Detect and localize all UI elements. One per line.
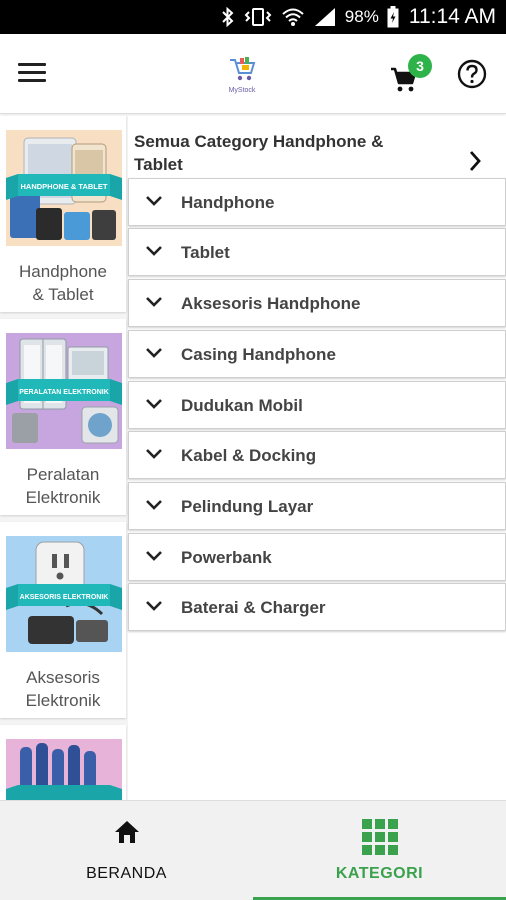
- subcategory-item-tablet[interactable]: Tablet: [128, 228, 506, 276]
- cart-logo-icon: [230, 57, 256, 81]
- subcategory-item-casing-handphone[interactable]: Casing Handphone: [128, 330, 506, 378]
- cart-button[interactable]: 3: [388, 54, 432, 96]
- chevron-down-icon: [146, 500, 162, 510]
- subcategory-label: Powerbank: [181, 548, 272, 567]
- signal-icon: [314, 8, 335, 26]
- home-icon: [114, 821, 139, 843]
- status-bar: 98% 11:14 AM: [0, 0, 506, 34]
- nav-kategori-label: KATEGORI: [335, 865, 424, 882]
- chevron-down-icon: [146, 246, 162, 256]
- nav-kategori[interactable]: KATEGORI: [253, 801, 506, 900]
- category-image-aksesoris-elektronik: AKSESORIS ELEKTRONIK: [6, 536, 122, 652]
- status-clock: 11:14 AM: [408, 5, 496, 28]
- chevron-down-icon: [146, 449, 162, 459]
- bottom-navigation: BERANDA KATEGORI: [0, 800, 506, 900]
- chevron-right-icon: [469, 151, 481, 171]
- category-image-partial: [6, 739, 122, 800]
- nav-beranda[interactable]: BERANDA: [0, 801, 253, 900]
- subcategory-item-pelindung-layar[interactable]: Pelindung Layar: [128, 482, 506, 530]
- category-banner-text: HANDPHONE & TABLET: [21, 182, 108, 191]
- subcategory-label: Handphone: [181, 193, 275, 212]
- bluetooth-icon: [222, 7, 234, 27]
- category-image-handphone-tablet: HANDPHONE & TABLET: [6, 130, 122, 246]
- chevron-down-icon: [146, 297, 162, 307]
- chevron-down-icon: [146, 399, 162, 409]
- category-banner-text: AKSESORIS ELEKTRONIK: [20, 594, 109, 601]
- category-list: HANDPHONE & TABLET Handphone & Tablet PE…: [0, 116, 128, 800]
- category-banner-text: PERALATAN ELEKTRONIK: [19, 389, 109, 396]
- category-label: Handphone & Tablet: [19, 262, 107, 304]
- subcategory-label: Casing Handphone: [181, 345, 336, 364]
- hamburger-icon: [18, 63, 62, 82]
- subcategory-item-dudukan-mobil[interactable]: Dudukan Mobil: [128, 381, 506, 429]
- subcategory-label: Tablet: [181, 243, 230, 262]
- battery-icon: [387, 6, 399, 28]
- battery-percent: 98%: [344, 7, 379, 26]
- wifi-icon: [282, 8, 304, 26]
- subcategory-item-powerbank[interactable]: Powerbank: [128, 533, 506, 581]
- subcategory-item-kabel-docking[interactable]: Kabel & Docking: [128, 431, 506, 479]
- grid-icon: [361, 819, 398, 855]
- category-label: Peralatan Elektronik: [25, 465, 101, 507]
- cart-count-badge: 3: [408, 54, 432, 78]
- vibrate-icon: [244, 8, 272, 26]
- category-label: Aksesoris Elektronik: [25, 668, 101, 710]
- subcategory-item-baterai-charger[interactable]: Baterai & Charger: [128, 583, 506, 631]
- logo-text: MyStock: [228, 87, 256, 94]
- app-logo: MyStock: [218, 54, 266, 98]
- subcategory-label: Aksesoris Handphone: [181, 294, 361, 313]
- category-card-handphone-tablet[interactable]: HANDPHONE & TABLET Handphone & Tablet: [0, 116, 126, 312]
- subcategory-label: Kabel & Docking: [181, 446, 317, 465]
- subcategory-label: Dudukan Mobil: [181, 396, 303, 415]
- subcategory-label: Baterai & Charger: [181, 598, 326, 617]
- category-card-partial[interactable]: [0, 725, 126, 800]
- category-card-aksesoris-elektronik[interactable]: AKSESORIS ELEKTRONIK Aksesoris Elektroni…: [0, 522, 126, 718]
- chevron-down-icon: [146, 348, 162, 358]
- subcategory-item-aksesoris-handphone[interactable]: Aksesoris Handphone: [128, 279, 506, 327]
- all-category-link[interactable]: Semua Category Handphone & Tablet: [128, 126, 506, 180]
- chevron-down-icon: [146, 196, 162, 206]
- help-circle-icon: [457, 59, 487, 89]
- category-card-peralatan-elektronik[interactable]: PERALATAN ELEKTRONIK Peralatan Elektroni…: [0, 319, 126, 515]
- nav-beranda-label: BERANDA: [86, 865, 167, 882]
- subcategory-label: Pelindung Layar: [181, 497, 314, 516]
- all-category-label: Semua Category Handphone & Tablet: [134, 132, 384, 174]
- menu-button[interactable]: [18, 58, 62, 90]
- chevron-down-icon: [146, 601, 162, 611]
- help-button[interactable]: [456, 58, 490, 92]
- chevron-down-icon: [146, 551, 162, 561]
- app-bar: MyStock 3: [0, 34, 506, 114]
- subcategory-item-handphone[interactable]: Handphone: [128, 178, 506, 226]
- subcategory-panel: Semua Category Handphone & Tablet Handph…: [128, 116, 506, 800]
- category-image-peralatan-elektronik: PERALATAN ELEKTRONIK: [6, 333, 122, 449]
